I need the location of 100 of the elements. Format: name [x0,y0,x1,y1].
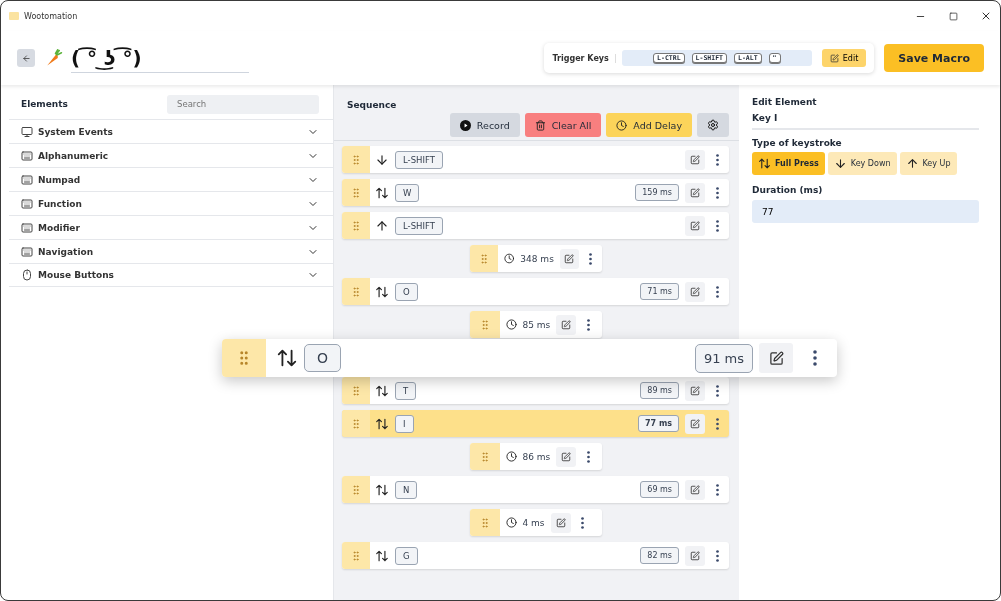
edit-button[interactable] [685,149,705,170]
category-item[interactable]: Alphanumeric [9,143,333,167]
more-icon [586,318,590,331]
edit-icon [690,484,700,495]
drag-handle[interactable] [469,509,500,536]
edit-icon [690,286,700,297]
drag-handle[interactable] [342,146,370,173]
drag-handle[interactable] [342,476,370,503]
arrows-up-down-icon [758,157,771,170]
settings-button[interactable] [697,113,729,137]
grip-icon [350,153,362,166]
keystroke-type-button[interactable]: Key Down [827,152,897,175]
drag-handle[interactable] [222,339,266,377]
edit-button[interactable] [559,248,579,269]
arrow-left-icon [21,53,31,63]
keyboard-icon [21,221,33,234]
macro-name-field[interactable]: ( ͡° ͜ʖ ͡°) [71,43,249,73]
dragged-key-row[interactable]: O 91 ms [222,339,837,377]
edit-button[interactable] [556,314,577,335]
delay-duration: 4 ms [522,517,545,528]
key-label: N [395,480,418,499]
delay-row[interactable]: 85 ms [469,311,602,338]
drag-handle[interactable] [342,377,370,404]
edit-button[interactable]: Edit [821,49,867,67]
key-label: L-SHIFT [395,150,443,169]
drag-handle[interactable] [342,212,370,239]
category-item[interactable]: Mouse Buttons [9,263,333,287]
arrows-up-down-icon [276,347,298,369]
edit-button[interactable] [550,512,571,533]
edit-button[interactable] [685,545,705,566]
delay-row[interactable]: 86 ms [469,443,602,470]
clock-icon [505,319,517,330]
record-button[interactable]: Record [449,113,520,137]
drag-handle[interactable] [469,245,498,272]
drag-handle[interactable] [342,179,370,206]
drag-handle[interactable] [342,278,370,305]
duration-label: 71 ms [640,283,679,300]
edit-button[interactable] [759,343,793,373]
edit-button[interactable] [556,446,577,467]
key-row[interactable]: L-SHIFT [342,212,729,239]
search-field[interactable]: Search [167,94,319,114]
more-icon [586,450,590,463]
clock-icon [503,253,515,264]
edit-button[interactable] [685,281,705,302]
duration-label: 91 ms [694,343,753,373]
duration-label: 82 ms [640,547,679,564]
edit-icon [690,418,700,429]
edit-button[interactable] [685,380,705,401]
save-macro-button[interactable]: Save Macro [884,44,984,72]
record-icon [459,119,471,131]
category-item[interactable]: Navigation [9,239,333,263]
more-icon [581,516,585,529]
more-icon [715,417,719,430]
clear-all-button[interactable]: Clear All [524,113,602,137]
delay-row[interactable]: 4 ms [469,509,602,536]
edit-button[interactable] [685,413,705,434]
edit-button[interactable] [685,215,705,236]
more-icon [715,483,719,496]
edit-icon [829,53,839,63]
category-item[interactable]: System Events [9,119,333,143]
key-row[interactable]: O 71 ms [342,278,729,305]
monitor-icon [21,125,33,138]
edit-icon [690,385,700,396]
key-row[interactable]: I 77 ms [342,410,729,437]
key-row[interactable]: G 82 ms [342,542,729,569]
edit-button[interactable] [685,182,705,203]
keyboard-icon [21,173,33,186]
grip-icon [350,417,362,430]
key-row[interactable]: L-SHIFT [342,146,729,173]
category-item[interactable]: Function [9,191,333,215]
arrows-up-down-icon [375,548,389,563]
duration-label: 69 ms [640,481,679,498]
elements-heading: Elements [21,99,68,109]
drag-handle[interactable] [469,443,500,470]
delay-row[interactable]: 348 ms [469,245,602,272]
more-icon [715,285,719,298]
more-icon [715,153,719,166]
key-row[interactable]: W 159 ms [342,179,729,206]
edit-icon [690,550,700,561]
keyboard-icon [21,149,33,162]
edit-button[interactable] [685,479,705,500]
arrow-down-icon [375,152,389,167]
drag-handle[interactable] [342,410,370,437]
category-item[interactable]: Numpad [9,167,333,191]
arrow-down-icon [833,157,847,170]
back-button[interactable] [17,49,35,67]
sequence-heading: Sequence [347,100,397,110]
drag-handle[interactable] [342,542,370,569]
key-row[interactable]: N 69 ms [342,476,729,503]
keystroke-type-button[interactable]: Key Up [899,152,957,175]
drag-handle[interactable] [469,311,500,338]
category-item[interactable]: Modifier [9,215,333,239]
duration-field[interactable]: 77 [752,200,979,223]
add-delay-button[interactable]: Add Delay [606,113,692,137]
key-row[interactable]: T 89 ms [342,377,729,404]
arrows-up-down-icon [375,185,389,200]
keystroke-type-label: Type of keystroke [752,138,843,148]
keyboard-icon [21,197,33,210]
keystroke-type-button[interactable]: Full Press [752,152,825,175]
clock-icon [505,451,517,462]
